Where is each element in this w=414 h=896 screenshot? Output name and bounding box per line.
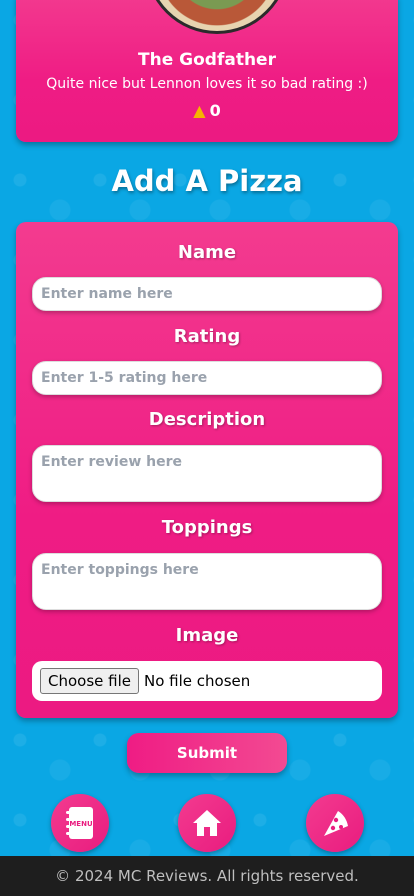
image-label: Image <box>175 625 239 646</box>
pizza-review: Quite nice but Lennon loves it so bad ra… <box>46 76 368 92</box>
add-pizza-form: Name Rating Description Toppings Image C… <box>16 222 398 718</box>
home-nav-button[interactable] <box>178 794 236 852</box>
choose-file-button[interactable]: Choose file <box>40 668 139 694</box>
name-label: Name <box>177 242 237 263</box>
file-status: No file chosen <box>144 672 251 690</box>
description-label: Description <box>148 409 266 430</box>
menu-book-icon: MENU <box>66 807 93 839</box>
footer: © 2024 MC Reviews. All rights reserved. <box>0 856 414 896</box>
name-input[interactable] <box>32 277 382 311</box>
pizza-image <box>145 0 289 34</box>
svg-text:MENU: MENU <box>69 820 93 828</box>
rating-input[interactable] <box>32 361 382 395</box>
featured-pizza-card: The Godfather Quite nice but Lennon love… <box>16 0 398 142</box>
rating-value: 0 <box>209 101 221 120</box>
pizza-rating-icon: ▲ <box>193 101 206 120</box>
submit-button[interactable]: Submit <box>127 733 287 773</box>
description-textarea[interactable] <box>32 445 382 502</box>
toppings-textarea[interactable] <box>32 553 382 610</box>
toppings-label: Toppings <box>161 517 253 538</box>
section-title: Add A Pizza <box>111 164 303 198</box>
menu-nav-button[interactable]: MENU <box>51 794 109 852</box>
image-file-input[interactable]: Choose file No file chosen <box>32 661 382 701</box>
pizza-title: The Godfather <box>138 50 276 70</box>
pizza-nav-button[interactable] <box>306 794 364 852</box>
rating-label: Rating <box>173 326 241 347</box>
pizza-rating: ▲ 0 <box>16 101 398 120</box>
home-icon <box>193 810 221 836</box>
pizza-slice-icon <box>324 811 348 836</box>
footer-text: © 2024 MC Reviews. All rights reserved. <box>55 867 359 885</box>
